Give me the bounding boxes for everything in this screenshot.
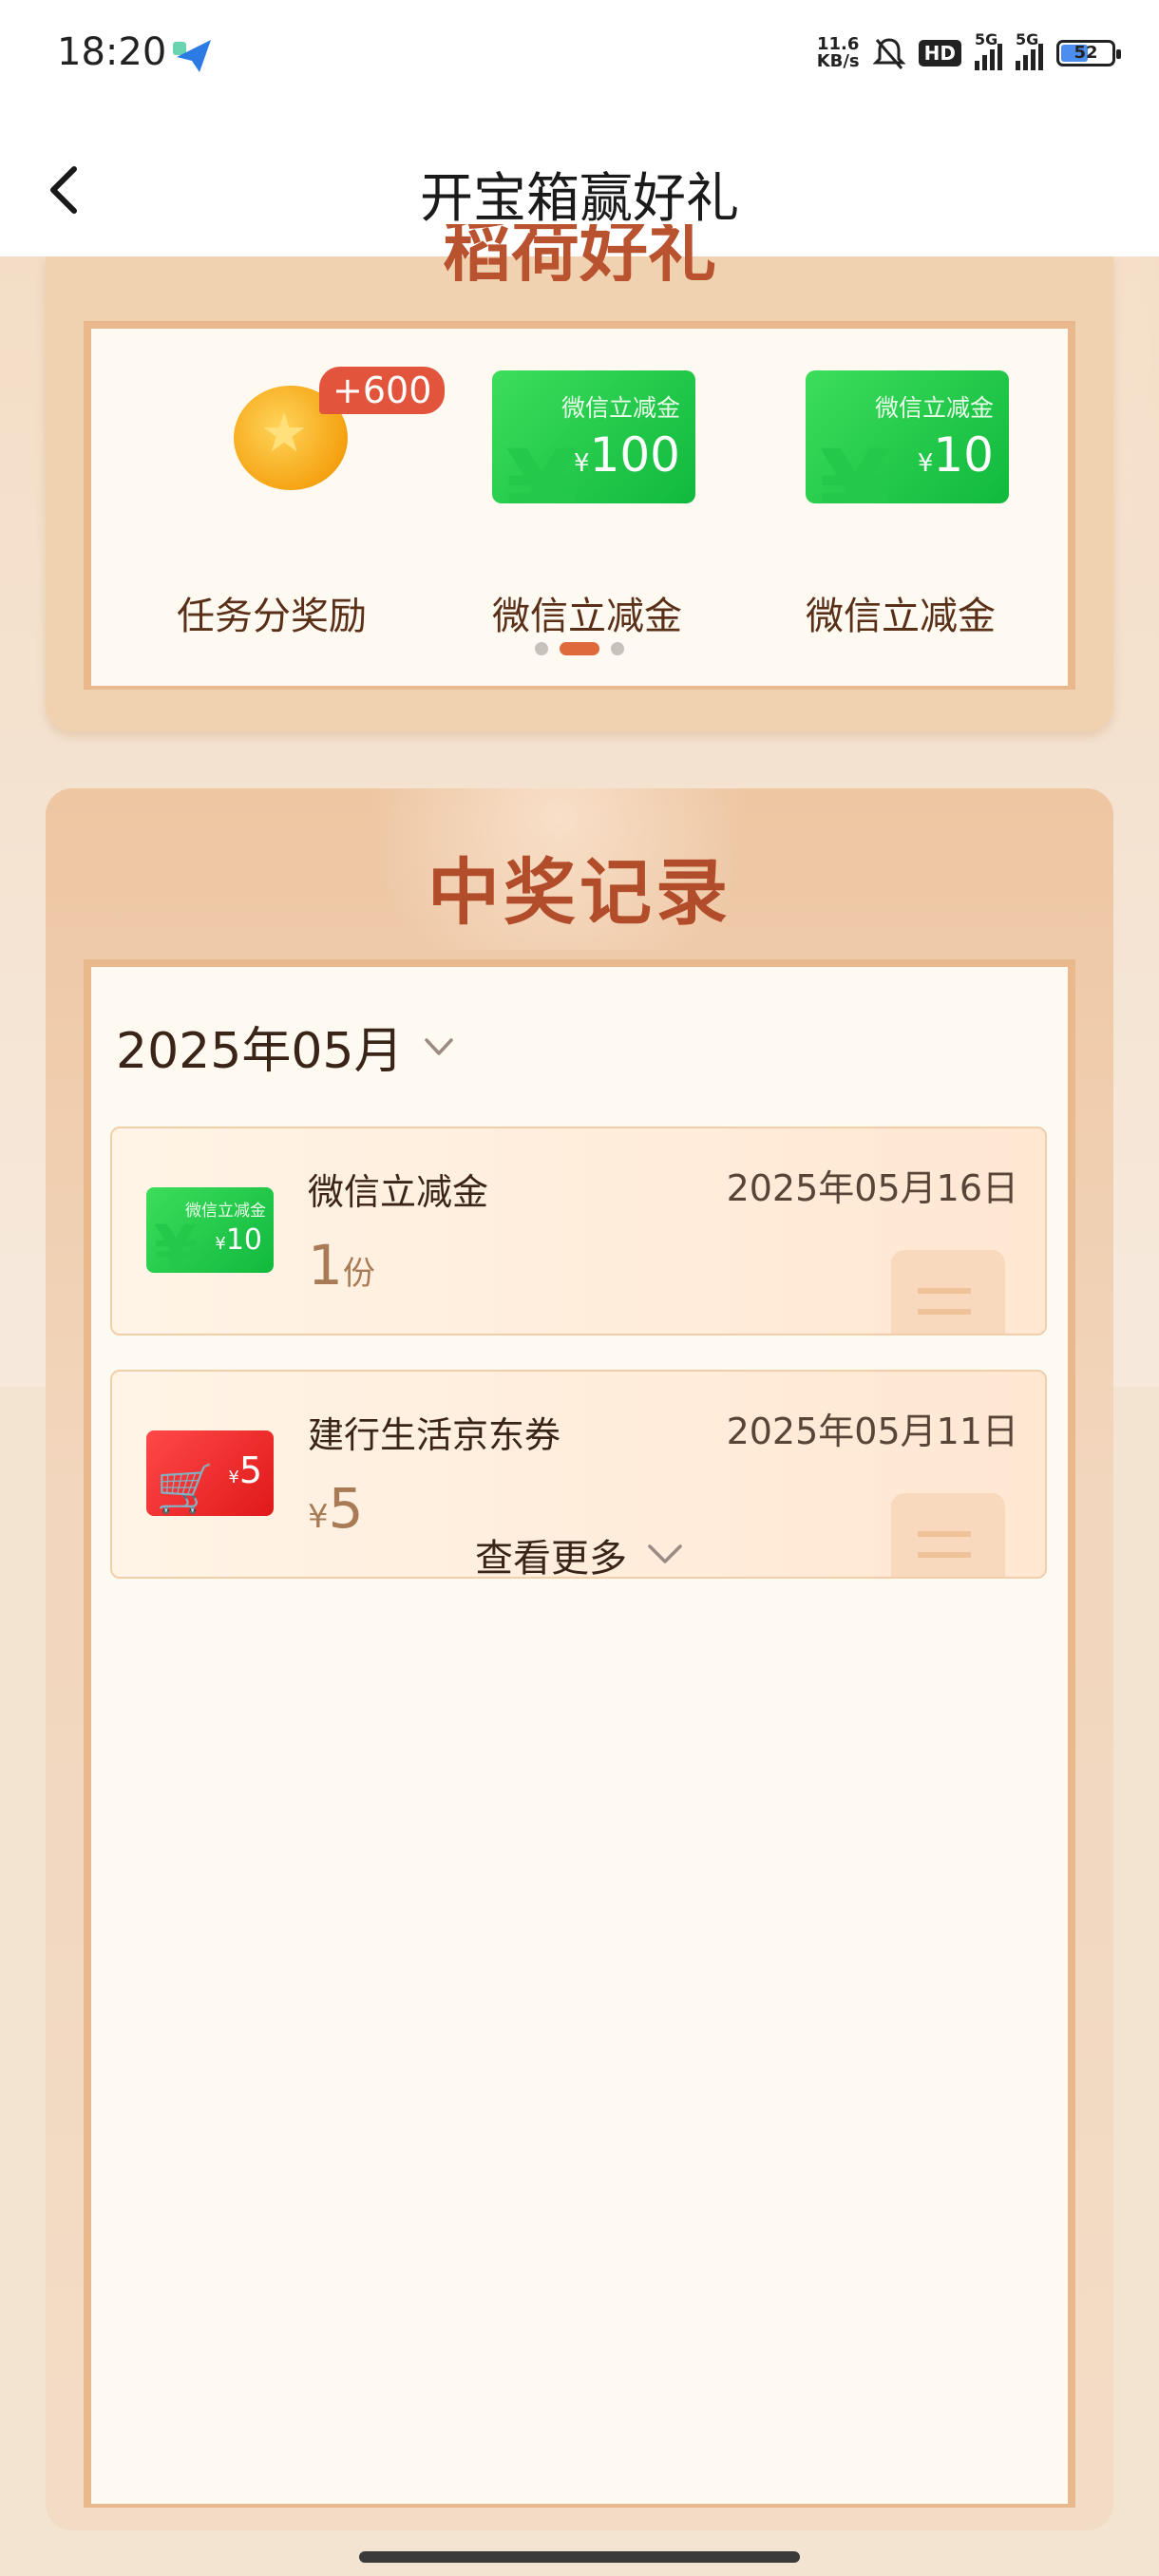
chevron-down-icon (424, 1037, 453, 1055)
prize-label: 微信立减金 (492, 595, 682, 638)
prize-label: 微信立减金 (806, 595, 996, 638)
wechat-voucher-icon: ¥ 微信立减金 ¥10 (146, 1187, 274, 1273)
record-date: 2025年05月11日 (726, 1411, 1018, 1452)
mute-bell-icon (872, 38, 905, 69)
clock: 18:20 (57, 30, 167, 74)
view-more-label: 查看更多 (475, 1537, 627, 1581)
document-icon (891, 1250, 1005, 1334)
pager-dot[interactable] (535, 641, 548, 655)
net-speed: 11.6 KB/s (816, 34, 860, 71)
wechat-voucher-icon: ¥ 微信立减金 ¥10 (806, 370, 1009, 503)
chevron-down-icon (648, 1544, 682, 1563)
view-more-button[interactable]: 查看更多 (0, 1527, 1159, 1582)
records-panel: 2025年05月 ¥ 微信立减金 ¥10 微信立减金 2025年05月16日 1… (84, 959, 1075, 2508)
pager-dot-active[interactable] (560, 641, 599, 655)
points-badge: +600 (319, 367, 446, 414)
winning-records-card: 中奖记录 2025年05月 ¥ 微信立减金 ¥10 微信立减金 2025年05月… (46, 788, 1113, 2530)
wechat-voucher-icon: ¥ 微信立减金 ¥100 (492, 370, 695, 503)
month-selector[interactable]: 2025年05月 (116, 1011, 455, 1082)
carousel-pager (91, 638, 1068, 656)
status-bar: 18:20 11.6 KB/s HD 5G 5G 52 (0, 0, 1159, 114)
month-label: 2025年05月 (116, 1023, 404, 1080)
prize-carousel[interactable]: ★ +600 任务分奖励 ¥ 微信立减金 ¥100 微信立减金 ¥ 微信立减金 … (84, 321, 1075, 690)
status-icons: 11.6 KB/s HD 5G 5G 52 (816, 30, 1121, 76)
records-title: 中奖记录 (428, 850, 732, 935)
home-indicator[interactable] (359, 2551, 800, 2563)
prize-label: 任务分奖励 (177, 595, 367, 638)
record-date: 2025年05月16日 (726, 1167, 1018, 1209)
record-name: 建行生活京东券 (308, 1414, 561, 1456)
hd-icon: HD (918, 40, 961, 66)
pager-dot[interactable] (611, 641, 624, 655)
app-send-icon (173, 40, 211, 72)
prize-card-title: 稻荷好礼 (442, 224, 716, 281)
prize-card: 稻荷好礼 ★ +600 任务分奖励 ¥ 微信立减金 ¥100 微信立减金 ¥ 微… (46, 224, 1113, 731)
jd-coupon-icon: 🛒 ¥5 (146, 1430, 274, 1516)
record-item[interactable]: ¥ 微信立减金 ¥10 微信立减金 2025年05月16日 1份 (110, 1127, 1047, 1335)
battery-icon: 52 (1056, 40, 1121, 66)
signal-icon: 5G (975, 30, 1002, 70)
signal-icon: 5G (1016, 30, 1043, 70)
page-title: 开宝箱赢好礼 (420, 168, 739, 230)
record-amount: 1份 (308, 1233, 375, 1297)
record-name: 微信立减金 (308, 1171, 489, 1213)
